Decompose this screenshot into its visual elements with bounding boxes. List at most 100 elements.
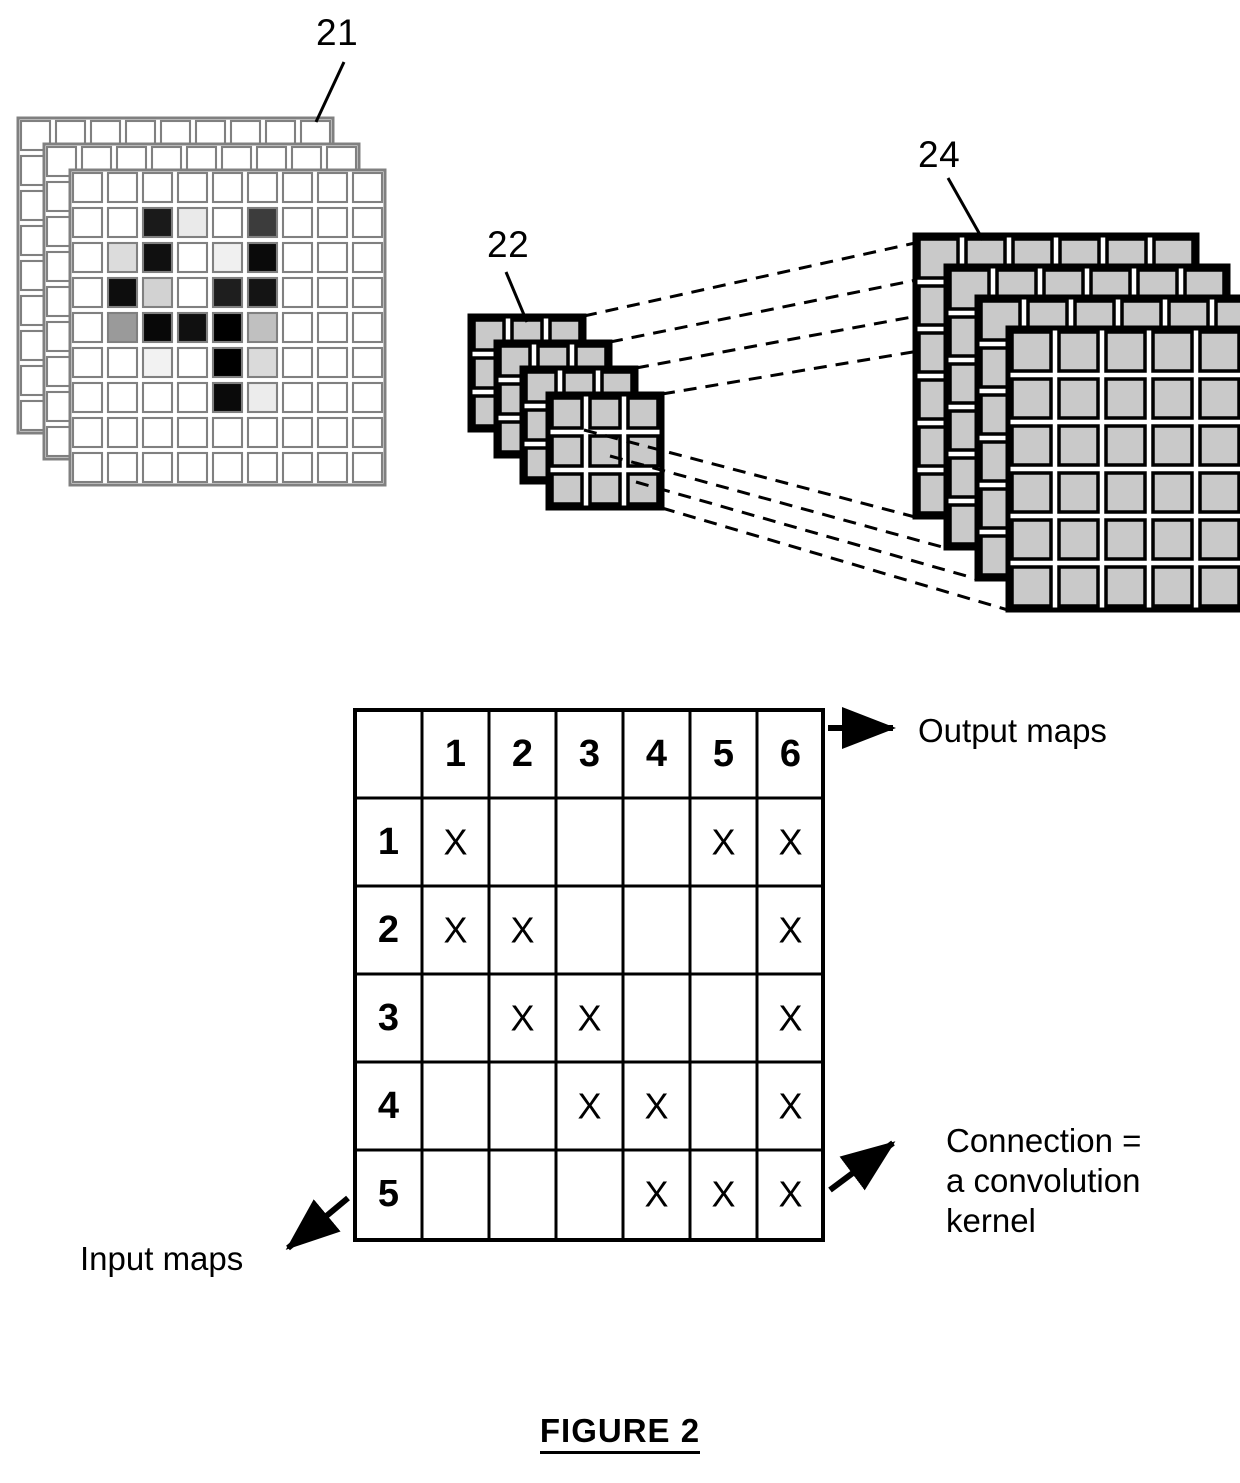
map-cell: [588, 396, 622, 430]
map-cell: [141, 381, 174, 414]
map-layer-4: [545, 391, 665, 511]
map-cell: [176, 206, 209, 239]
map-cell: [1104, 330, 1147, 373]
map-cell: [550, 396, 584, 430]
table-cell-mark: X: [778, 910, 802, 951]
map-cell: [176, 346, 209, 379]
map-cell: [246, 241, 279, 274]
map-cell: [176, 416, 209, 449]
table-cell-mark: X: [443, 822, 467, 863]
connection-kernel-label-line1: Connection =: [946, 1122, 1142, 1159]
reference-numeral-21: 21: [316, 12, 359, 53]
input-maps-arrow: [285, 1195, 350, 1251]
map-cell: [1010, 330, 1053, 373]
map-cell: [281, 311, 314, 344]
map-cell: [211, 451, 244, 484]
map-cell: [176, 171, 209, 204]
table-cell-mark: X: [510, 998, 534, 1039]
map-cell: [1151, 377, 1194, 420]
map-cell: [246, 416, 279, 449]
map-cell: [1010, 471, 1053, 514]
table-cell-mark: X: [711, 822, 735, 863]
map-cell: [211, 276, 244, 309]
map-cell: [71, 241, 104, 274]
map-cell: [176, 451, 209, 484]
map-cell: [141, 241, 174, 274]
map-cell: [106, 241, 139, 274]
table-cell-mark: X: [778, 1086, 802, 1127]
output-maps-label: Output maps: [918, 712, 1107, 749]
map-cell: [1057, 330, 1100, 373]
map-cell: [351, 346, 384, 379]
map-cell: [1104, 377, 1147, 420]
map-cell: [1010, 518, 1053, 561]
table-row-header: 5: [378, 1173, 399, 1215]
map-cell: [1010, 565, 1053, 608]
map-cell: [351, 451, 384, 484]
map-cell: [316, 171, 349, 204]
table-cell-mark: X: [577, 998, 601, 1039]
map-cell: [141, 346, 174, 379]
map-cell: [71, 381, 104, 414]
map-cell: [211, 241, 244, 274]
map-layer-4: [1005, 325, 1240, 613]
table-cell-mark: X: [644, 1174, 668, 1215]
map-cell: [141, 416, 174, 449]
table-cell-mark: X: [510, 910, 534, 951]
connection-table-group: 1 2 3 4 5 6 1 2 3 4 5 X X X X X X X X X X X X X X X: [353, 708, 825, 1242]
map-cell: [246, 276, 279, 309]
table-column-header: 3: [579, 733, 600, 775]
map-cell: [351, 381, 384, 414]
table-row-header: 1: [378, 821, 399, 863]
map-cell: [106, 451, 139, 484]
map-cell: [1198, 565, 1240, 608]
map-cell: [1151, 330, 1194, 373]
map-cell: [316, 416, 349, 449]
connection-kernel-label-line2: a convolution: [946, 1162, 1141, 1199]
map-cell: [246, 206, 279, 239]
map-cell: [211, 416, 244, 449]
map-cell: [281, 451, 314, 484]
table-column-header: 6: [780, 733, 801, 775]
map-cell: [351, 276, 384, 309]
map-cell: [71, 451, 104, 484]
table-cell-mark: X: [644, 1086, 668, 1127]
map-cell: [1010, 424, 1053, 467]
map-cell: [351, 241, 384, 274]
map-cell: [1104, 518, 1147, 561]
map-cell: [281, 206, 314, 239]
map-cell: [281, 346, 314, 379]
figure-2-root: 1 2 3 4 5 6 1 2 3 4 5 X X X X X X X X X X X X X X X 21 22 24 Outp…: [0, 0, 1240, 1483]
feature-map-stack-22: [467, 313, 665, 511]
table-row-header: 3: [378, 997, 399, 1039]
map-cell: [1198, 471, 1240, 514]
map-cell: [1104, 565, 1147, 608]
map-cell: [550, 472, 584, 506]
table-column-header: 1: [445, 733, 466, 775]
map-cell: [281, 171, 314, 204]
table-cell-mark: X: [711, 1174, 735, 1215]
map-cell: [246, 171, 279, 204]
map-cell: [1010, 377, 1053, 420]
map-cell: [588, 434, 622, 468]
map-cell: [1198, 518, 1240, 561]
leader-line-24: [946, 177, 985, 241]
map-cell: [246, 451, 279, 484]
map-cell: [141, 206, 174, 239]
map-cell: [106, 206, 139, 239]
input-maps-label: Input maps: [80, 1240, 244, 1277]
input-map-stack-21: [16, 116, 387, 487]
connection-kernel-label-line3: kernel: [946, 1202, 1036, 1239]
figure-caption-text: FIGURE 2: [539, 1412, 701, 1454]
map-cell: [71, 416, 104, 449]
reference-numeral-24: 24: [918, 134, 961, 175]
table-column-header: 5: [713, 733, 734, 775]
map-cell: [176, 241, 209, 274]
map-cell: [106, 346, 139, 379]
map-cell: [1057, 565, 1100, 608]
map-cell: [176, 276, 209, 309]
map-cell: [626, 396, 660, 430]
table-cell-mark: X: [778, 1174, 802, 1215]
map-cell: [141, 311, 174, 344]
map-cell: [588, 472, 622, 506]
